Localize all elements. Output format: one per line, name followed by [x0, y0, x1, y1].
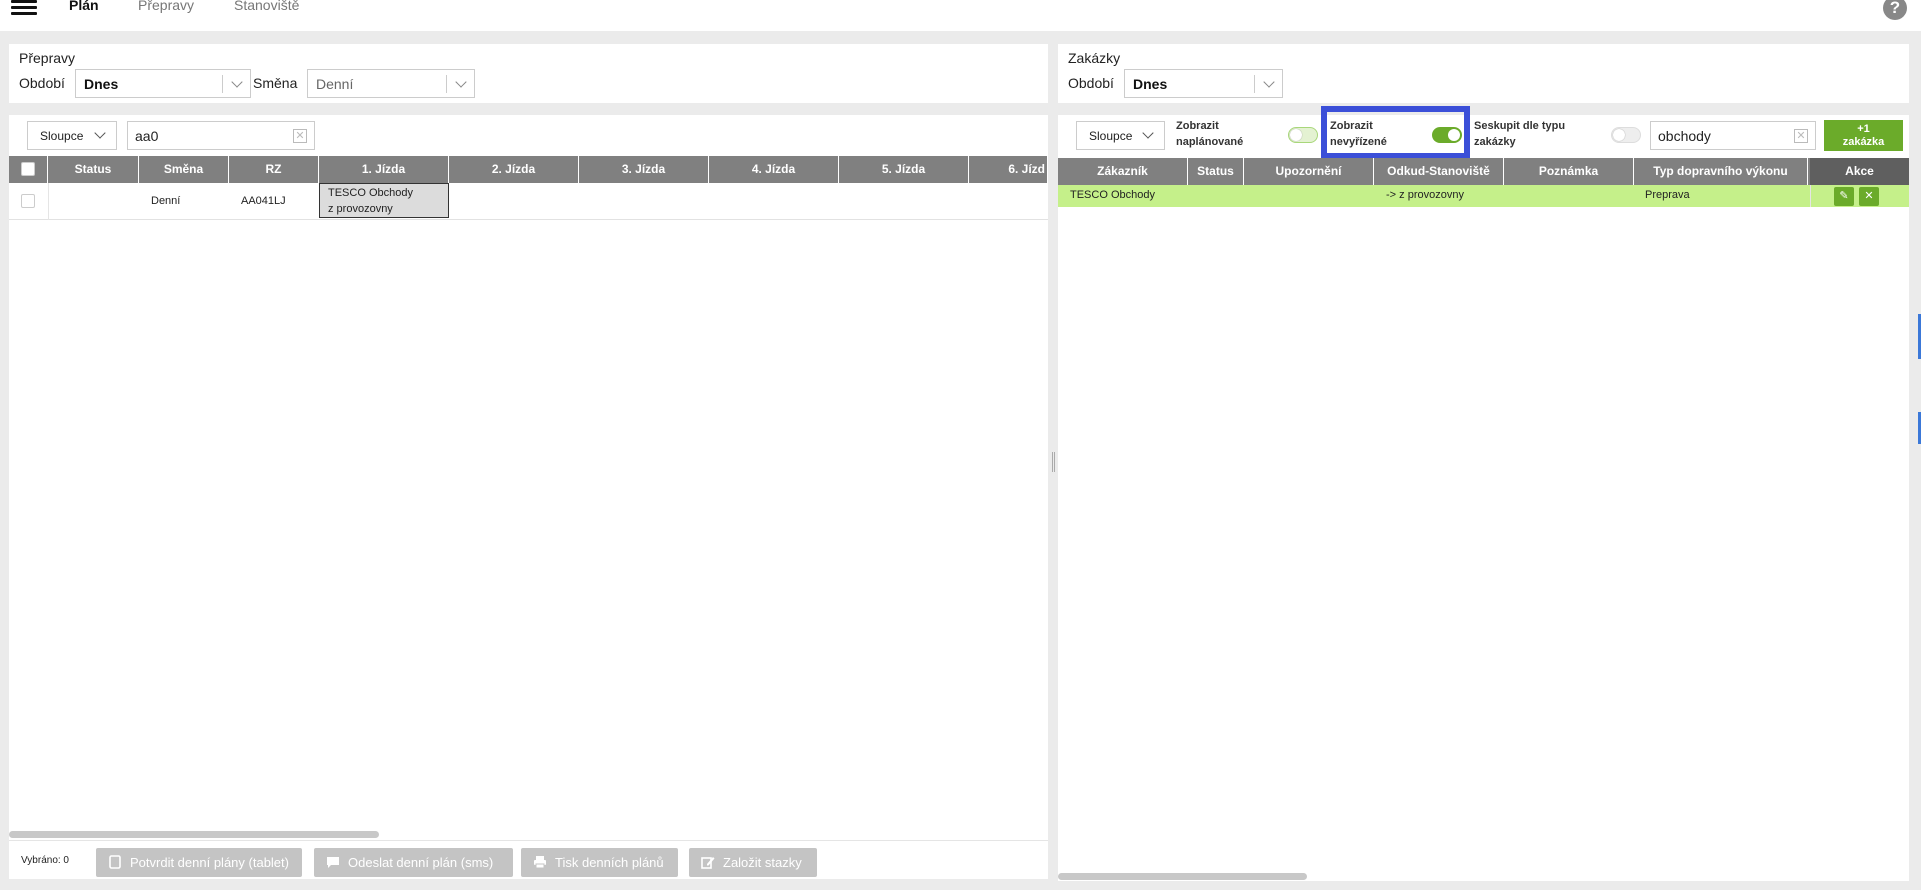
search-input[interactable]: obchody ✕ — [1650, 121, 1816, 150]
row-checkbox[interactable] — [21, 194, 35, 208]
column-header[interactable]: Status — [1188, 158, 1244, 185]
period-value: Dnes — [84, 76, 119, 92]
ride-customer: TESCO Obchody — [328, 187, 413, 199]
table-header: Status Směna RZ 1. Jízda 2. Jízda 3. Jíz… — [9, 156, 1048, 183]
shift-label: Směna — [253, 75, 298, 91]
button-label: Odeslat denní plán (sms) — [348, 855, 494, 870]
cell-rz: AA041LJ — [241, 195, 286, 207]
menu-icon[interactable] — [11, 0, 37, 16]
add-order-line1: +1 — [1857, 123, 1870, 135]
selected-count: Vybráno: 0 — [21, 855, 69, 866]
button-label: Potvrdit denní plány (tablet) — [130, 855, 289, 870]
transports-filter-panel: Přepravy Období Dnes Směna Denní — [9, 44, 1048, 103]
cell-zakaznik: TESCO Obchody — [1070, 189, 1155, 201]
column-header[interactable]: 3. Jízda — [579, 156, 709, 183]
chevron-down-icon — [455, 76, 467, 88]
top-navigation: Plán Přepravy Stanoviště ? — [0, 0, 1921, 31]
panel-splitter[interactable] — [1052, 452, 1055, 472]
toggle-group[interactable] — [1611, 127, 1641, 143]
column-header[interactable]: 5. Jízda — [839, 156, 969, 183]
search-value: aa0 — [135, 128, 159, 144]
column-header[interactable]: 4. Jízda — [709, 156, 839, 183]
transports-panel: Sloupce aa0 ✕ Status Směna RZ 1. Jízda 2… — [9, 115, 1048, 879]
columns-label: Sloupce — [1089, 129, 1133, 143]
edit-document-icon — [701, 857, 715, 869]
column-header[interactable]: Poznámka — [1504, 158, 1634, 185]
tab-prepravy[interactable]: Přepravy — [138, 0, 194, 13]
edit-icon[interactable]: ✎ — [1834, 187, 1854, 206]
period-select[interactable]: Dnes — [1124, 69, 1283, 98]
send-plan-sms-button[interactable]: Odeslat denní plán (sms) — [314, 848, 513, 877]
toggle-group-label: Seskupit dle typu zakázky — [1474, 120, 1566, 148]
period-select[interactable]: Dnes — [75, 69, 251, 98]
tab-stanoviste[interactable]: Stanoviště — [234, 0, 299, 13]
chevron-down-icon — [1142, 127, 1154, 139]
period-label: Období — [1068, 75, 1114, 91]
chevron-down-icon — [1263, 76, 1275, 88]
toggle-planned[interactable] — [1288, 127, 1318, 143]
table-row[interactable]: Denní AA041LJ TESCO Obchody z provozovny — [9, 183, 1048, 220]
create-tickets-button[interactable]: Založit stazky — [689, 848, 817, 877]
column-header[interactable]: RZ — [229, 156, 319, 183]
orders-filter-panel: Zakázky Období Dnes — [1058, 44, 1909, 103]
column-header[interactable]: 2. Jízda — [449, 156, 579, 183]
shift-value: Denní — [316, 76, 354, 92]
print-plans-button[interactable]: Tisk denních plánů — [521, 848, 678, 877]
column-header: Akce — [1810, 158, 1909, 185]
button-label: Tisk denních plánů — [555, 855, 664, 870]
column-header[interactable]: Status — [48, 156, 139, 183]
panel-title: Přepravy — [19, 50, 76, 66]
cell-odkud: -> z provozovny — [1386, 189, 1464, 201]
tablet-icon — [109, 855, 121, 869]
columns-button[interactable]: Sloupce — [1076, 121, 1165, 150]
column-header[interactable]: Odkud-Stanoviště — [1374, 158, 1504, 185]
chevron-down-icon — [231, 76, 243, 88]
select-all-checkbox[interactable] — [21, 162, 35, 176]
column-header[interactable]: Zákazník — [1058, 158, 1188, 185]
column-header[interactable]: Upozornění — [1244, 158, 1374, 185]
cell-smena: Denní — [151, 195, 181, 207]
orders-panel: Sloupce Zobrazit naplánované Zobrazit ne… — [1058, 106, 1909, 881]
ride-cell[interactable]: TESCO Obchody z provozovny — [319, 183, 449, 218]
horizontal-scrollbar[interactable] — [1058, 873, 1307, 880]
table-header: Zákazník Status Upozornění Odkud-Stanovi… — [1058, 158, 1909, 185]
delete-icon[interactable]: ✕ — [1859, 187, 1879, 206]
column-header[interactable]: 6. Jízd — [969, 156, 1048, 183]
chevron-down-icon — [94, 127, 106, 139]
help-icon[interactable]: ? — [1883, 0, 1907, 20]
confirm-plans-button[interactable]: Potvrdit denní plány (tablet) — [96, 848, 302, 877]
shift-select[interactable]: Denní — [307, 69, 475, 98]
columns-label: Sloupce — [40, 129, 84, 143]
clear-icon[interactable]: ✕ — [1794, 129, 1808, 143]
column-header[interactable]: Směna — [139, 156, 229, 183]
message-icon — [327, 857, 339, 868]
add-order-button[interactable]: +1 zakázka — [1824, 120, 1903, 151]
period-label: Období — [19, 75, 65, 91]
add-order-line2: zakázka — [1842, 136, 1885, 148]
column-header[interactable]: 1. Jízda — [319, 156, 449, 183]
toggle-planned-label: Zobrazit naplánované — [1176, 120, 1244, 148]
horizontal-scrollbar[interactable] — [9, 831, 379, 838]
columns-button[interactable]: Sloupce — [27, 121, 117, 150]
tab-plan[interactable]: Plán — [69, 0, 99, 13]
toggle-unresolved[interactable] — [1432, 127, 1462, 143]
column-header[interactable]: Typ dopravního výkonu — [1634, 158, 1808, 185]
toggle-unresolved-label: Zobrazit nevyřízené — [1330, 120, 1387, 148]
table-row[interactable]: TESCO Obchody -> z provozovny Preprava ✎… — [1058, 185, 1909, 207]
print-icon — [534, 856, 546, 869]
cell-typ: Preprava — [1645, 189, 1690, 201]
select-all-column — [9, 156, 48, 183]
clear-icon[interactable]: ✕ — [293, 129, 307, 143]
search-input[interactable]: aa0 ✕ — [127, 121, 315, 150]
search-value: obchody — [1658, 128, 1711, 144]
period-value: Dnes — [1133, 76, 1168, 92]
ride-origin: z provozovny — [328, 203, 393, 215]
button-label: Založit stazky — [723, 855, 802, 870]
panel-title: Zakázky — [1068, 50, 1121, 66]
